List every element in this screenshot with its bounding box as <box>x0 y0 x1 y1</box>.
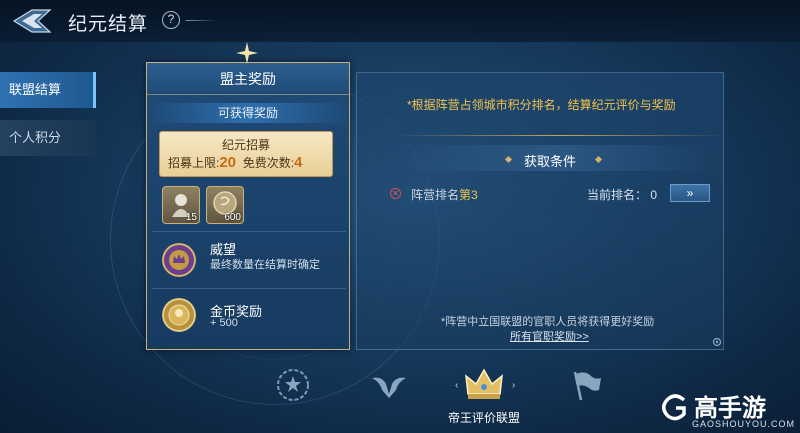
conditions-panel <box>356 72 724 350</box>
card-title: 盟主奖励 <box>147 63 349 95</box>
chevron-left-icon[interactable]: ‹ <box>455 380 458 391</box>
item-slot-statue[interactable]: 15 <box>162 186 200 224</box>
watermark-url: GAOSHOUYOU.COM <box>692 419 796 429</box>
top-bar: 纪元结算 ? <box>0 0 800 42</box>
reward-desc-prestige: 最终数量在结算时确定 <box>210 259 320 271</box>
card-subtitle: 可获得奖励 <box>147 103 349 123</box>
flag-icon[interactable] <box>565 364 607 406</box>
item-quantity: 15 <box>185 212 197 223</box>
winged-shield-icon[interactable] <box>368 364 410 406</box>
wreath-emblem-icon[interactable] <box>272 364 314 406</box>
rank-label: 当前排名： <box>587 188 648 202</box>
free-count-value: 4 <box>294 154 303 171</box>
recruit-stats: 招募上限:20 免费次数:4 <box>168 154 302 171</box>
condition-highlight: 第3 <box>459 188 478 202</box>
recruit-limit-label: 招募上限: <box>168 156 220 170</box>
watermark-name: 高手游 <box>694 395 766 422</box>
all-official-rewards-link[interactable]: 所有官职奖励>> <box>510 328 589 344</box>
gold-divider <box>395 135 725 136</box>
conditions-title: 获取条件 <box>524 154 577 169</box>
divider <box>152 288 346 289</box>
condition-prefix: 阵营排名 <box>411 188 460 202</box>
nav-label-emperor-rating: 帝王评价联盟 <box>448 411 521 425</box>
divider <box>152 231 346 232</box>
current-rank: 当前排名： 0 <box>587 186 657 203</box>
item-quantity: 600 <box>224 212 241 223</box>
rank-value: 0 <box>650 188 658 202</box>
back-arrow-icon[interactable] <box>10 6 54 36</box>
sidebar-item-personal-score[interactable]: 个人积分 <box>0 120 96 156</box>
recruit-box: 纪元招募 招募上限:20 免费次数:4 <box>159 131 333 177</box>
recruit-limit-value: 20 <box>219 154 237 171</box>
gold-coin-icon <box>162 298 196 332</box>
official-reward-note: *阵营中立国联盟的官职人员将获得更好奖励 <box>441 316 655 328</box>
title-divider <box>186 20 216 21</box>
unmet-x-icon: ✕ <box>390 188 401 199</box>
star-sparkle-icon <box>236 42 258 64</box>
help-icon[interactable]: ? <box>162 11 180 29</box>
item-slot-copper-coin[interactable]: 600 <box>206 186 244 224</box>
reward-desc-gold: + 500 <box>210 317 238 329</box>
crown-icon[interactable] <box>460 360 508 408</box>
chevron-right-icon[interactable]: › <box>512 380 515 391</box>
page-title: 纪元结算 <box>68 14 149 35</box>
settlement-note: *根据阵营占领城市积分排名，结算纪元评价与奖励 <box>407 98 676 112</box>
sidebar-item-alliance-settlement[interactable]: 联盟结算 <box>0 72 96 108</box>
condition-text: 阵营排名第3 <box>411 186 478 203</box>
crown-medal-icon <box>162 243 196 277</box>
recruit-title: 纪元招募 <box>221 138 270 152</box>
gear-icon <box>712 337 722 347</box>
site-logo-icon <box>662 394 686 421</box>
free-count-label: 免费次数: <box>242 156 295 170</box>
goto-button[interactable]: » <box>670 184 710 202</box>
